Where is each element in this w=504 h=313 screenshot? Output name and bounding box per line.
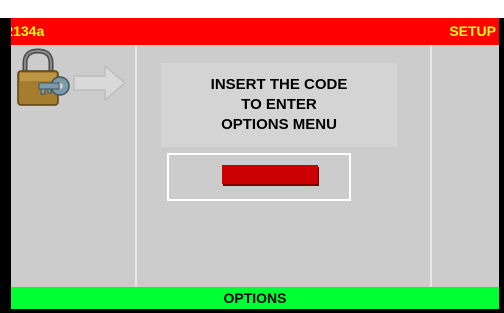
code-input-field[interactable] xyxy=(167,153,351,201)
right-divider xyxy=(430,45,432,287)
left-divider xyxy=(135,45,137,287)
header-bar: R134a SETUP xyxy=(0,18,504,45)
content-area: INSERT THE CODE TO ENTER OPTIONS MENU xyxy=(11,45,499,287)
bottom-frame xyxy=(0,309,504,313)
arrow-right-icon xyxy=(73,64,127,102)
instruction-message: INSERT THE CODE TO ENTER OPTIONS MENU xyxy=(161,75,397,135)
footer-label: OPTIONS xyxy=(223,290,287,306)
setup-label: SETUP xyxy=(449,23,496,39)
options-footer-button[interactable]: OPTIONS xyxy=(11,287,499,309)
masked-code-bar xyxy=(222,165,318,184)
message-line-2: TO ENTER xyxy=(241,96,317,113)
lock-key-icon xyxy=(17,48,70,106)
message-panel: INSERT THE CODE TO ENTER OPTIONS MENU xyxy=(161,63,397,147)
display-screen: R134a SETUP INSERT THE CODE TO ENTER OPT… xyxy=(0,0,504,313)
message-line-3: OPTIONS MENU xyxy=(221,116,337,133)
right-frame xyxy=(499,18,504,313)
left-frame xyxy=(0,18,11,313)
lock-indicator xyxy=(11,45,135,125)
message-line-1: INSERT THE CODE xyxy=(210,76,348,93)
